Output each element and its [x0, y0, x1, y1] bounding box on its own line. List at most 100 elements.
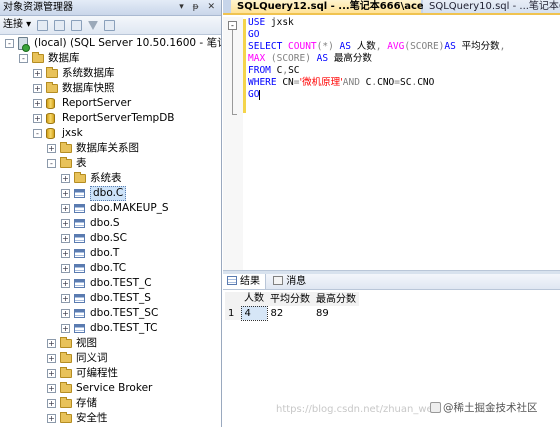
tree-node[interactable]: + 可编程性 — [0, 366, 221, 381]
collapse-icon[interactable]: - — [5, 39, 14, 48]
tree-node[interactable]: + dbo.TEST_S — [0, 291, 221, 306]
tree-node[interactable]: + Service Broker — [0, 381, 221, 396]
expand-icon[interactable]: + — [61, 189, 70, 198]
tree-node[interactable]: + 系统数据库 — [0, 66, 221, 81]
message-icon — [273, 276, 284, 285]
tree-node[interactable]: + ReportServer — [0, 96, 221, 111]
badge-icon — [430, 402, 441, 413]
expand-icon[interactable]: + — [61, 264, 70, 273]
column-header[interactable]: 平均分数 — [267, 292, 313, 306]
code-line[interactable]: GO — [248, 29, 505, 41]
code-line[interactable]: WHERE CN='微机原理'AND C.CNO=SC.CNO — [248, 77, 505, 89]
expand-icon[interactable]: + — [33, 99, 42, 108]
disconnect-icon[interactable] — [54, 19, 66, 31]
code-line[interactable]: MAX (SCORE) AS 最高分数 — [248, 53, 505, 65]
expand-icon[interactable]: + — [47, 339, 56, 348]
tree-node[interactable]: + dbo.TEST_TC — [0, 321, 221, 336]
tab-sqlquery10[interactable]: SQLQuery10.sql - ...笔记本666 — [423, 0, 560, 13]
filter-icon[interactable] — [88, 20, 99, 30]
query-editor[interactable]: - USE jxsk GO SELECT COUNT(*) AS 人数, AVG(S… — [223, 17, 560, 270]
tree-node[interactable]: - 数据库 — [0, 51, 221, 66]
expand-icon[interactable]: + — [61, 324, 70, 333]
collapse-icon[interactable]: - — [47, 159, 56, 168]
code-token: (*) — [316, 41, 340, 52]
expand-icon[interactable]: + — [61, 249, 70, 258]
column-header[interactable]: 最高分数 — [313, 292, 359, 306]
collapse-icon[interactable]: - — [19, 54, 28, 63]
tree-node[interactable]: + 同义词 — [0, 351, 221, 366]
code-area[interactable]: USE jxsk GO SELECT COUNT(*) AS 人数, AVG(SCO… — [248, 17, 505, 101]
code-token: GO — [248, 29, 260, 40]
tree-node[interactable]: + dbo.TEST_C — [0, 276, 221, 291]
expand-icon[interactable]: + — [33, 114, 42, 123]
tree-node[interactable]: + 系统表 — [0, 171, 221, 186]
tab-results[interactable]: 结果 — [223, 274, 266, 289]
tree-node-label: 数据库快照 — [62, 82, 115, 94]
expand-icon[interactable]: + — [61, 279, 70, 288]
tab-sqlquery12[interactable]: SQLQuery12.sql - ...笔记本666\acer (56))* ✕ — [231, 0, 481, 13]
collapse-icon[interactable]: - — [228, 21, 237, 30]
folder-icon — [32, 52, 44, 63]
pane-window-buttons[interactable]: ▾ ᵽ ✕ — [179, 0, 218, 15]
tree-node[interactable]: + 数据库关系图 — [0, 141, 221, 156]
tree-node[interactable]: + dbo.S — [0, 216, 221, 231]
tree-node-label: (local) (SQL Server 10.50.1600 - 笔记本666\ — [34, 37, 221, 49]
refresh-icon[interactable] — [104, 19, 116, 31]
expand-icon[interactable]: + — [61, 234, 70, 243]
tree-node[interactable]: + dbo.TEST_SC — [0, 306, 221, 321]
expand-icon[interactable]: + — [47, 384, 56, 393]
connect-icon[interactable] — [37, 19, 49, 31]
tree-node[interactable]: + dbo.T — [0, 246, 221, 261]
grid-corner[interactable] — [225, 292, 241, 306]
results-grid: 人数 平均分数 最高分数 1 4 82 89 — [225, 292, 360, 321]
code-token: AS — [316, 53, 334, 64]
grid-cell[interactable]: 89 — [313, 306, 359, 320]
expand-icon[interactable]: + — [61, 219, 70, 228]
stop-icon[interactable] — [71, 19, 83, 31]
tree-node[interactable]: + 数据库快照 — [0, 81, 221, 96]
expand-icon[interactable]: + — [33, 69, 42, 78]
tree-node[interactable]: + dbo.MAKEUP_S — [0, 201, 221, 216]
tree-node[interactable]: + 安全性 — [0, 411, 221, 426]
expand-icon[interactable]: + — [47, 369, 56, 378]
row-number[interactable]: 1 — [225, 306, 241, 320]
expand-icon[interactable]: + — [47, 414, 56, 423]
grid-cell[interactable]: 82 — [267, 306, 313, 320]
column-header[interactable]: 人数 — [241, 292, 267, 306]
expand-icon[interactable]: + — [61, 174, 70, 183]
expand-icon[interactable]: + — [61, 204, 70, 213]
tree-node[interactable]: + ReportServerTempDB — [0, 111, 221, 126]
code-token: '微机原理' — [299, 77, 343, 88]
collapse-icon[interactable]: - — [33, 129, 42, 138]
expand-icon[interactable]: + — [47, 354, 56, 363]
tree-node-label: 数据库关系图 — [76, 142, 139, 154]
outline-line — [232, 30, 233, 114]
grid-cell[interactable]: 4 — [240, 305, 268, 321]
tree-node[interactable]: - jxsk — [0, 126, 221, 141]
code-line[interactable]: GO — [248, 89, 505, 101]
tree-node[interactable]: + 视图 — [0, 336, 221, 351]
code-line[interactable]: USE jxsk — [248, 17, 505, 29]
tree-node-label: dbo.SC — [90, 232, 127, 244]
code-line[interactable]: FROM C,SC — [248, 65, 505, 77]
expand-icon[interactable]: + — [61, 294, 70, 303]
table-row[interactable]: 1 4 82 89 — [225, 305, 359, 321]
code-token: SC — [400, 77, 412, 88]
expand-icon[interactable]: + — [47, 399, 56, 408]
tree-node[interactable]: + dbo.C — [0, 186, 221, 201]
tree-node[interactable]: - (local) (SQL Server 10.50.1600 - 笔记本666… — [0, 36, 221, 52]
folder-icon — [46, 82, 58, 93]
tree-node[interactable]: + 存储 — [0, 396, 221, 411]
folder-icon — [60, 397, 72, 408]
expand-icon[interactable]: + — [47, 144, 56, 153]
connect-button[interactable]: 连接 ▾ — [3, 16, 31, 34]
tree-node[interactable]: + dbo.TC — [0, 261, 221, 276]
tree-node-label: 数据库 — [48, 52, 80, 64]
expand-icon[interactable]: + — [61, 309, 70, 318]
tree-node[interactable]: + dbo.SC — [0, 231, 221, 246]
tree-node[interactable]: -表 — [0, 156, 221, 171]
folder-icon — [74, 172, 86, 183]
expand-icon[interactable]: + — [33, 84, 42, 93]
code-line[interactable]: SELECT COUNT(*) AS 人数, AVG(SCORE)AS 平均分数… — [248, 41, 505, 53]
tab-messages[interactable]: 消息 — [269, 274, 311, 289]
